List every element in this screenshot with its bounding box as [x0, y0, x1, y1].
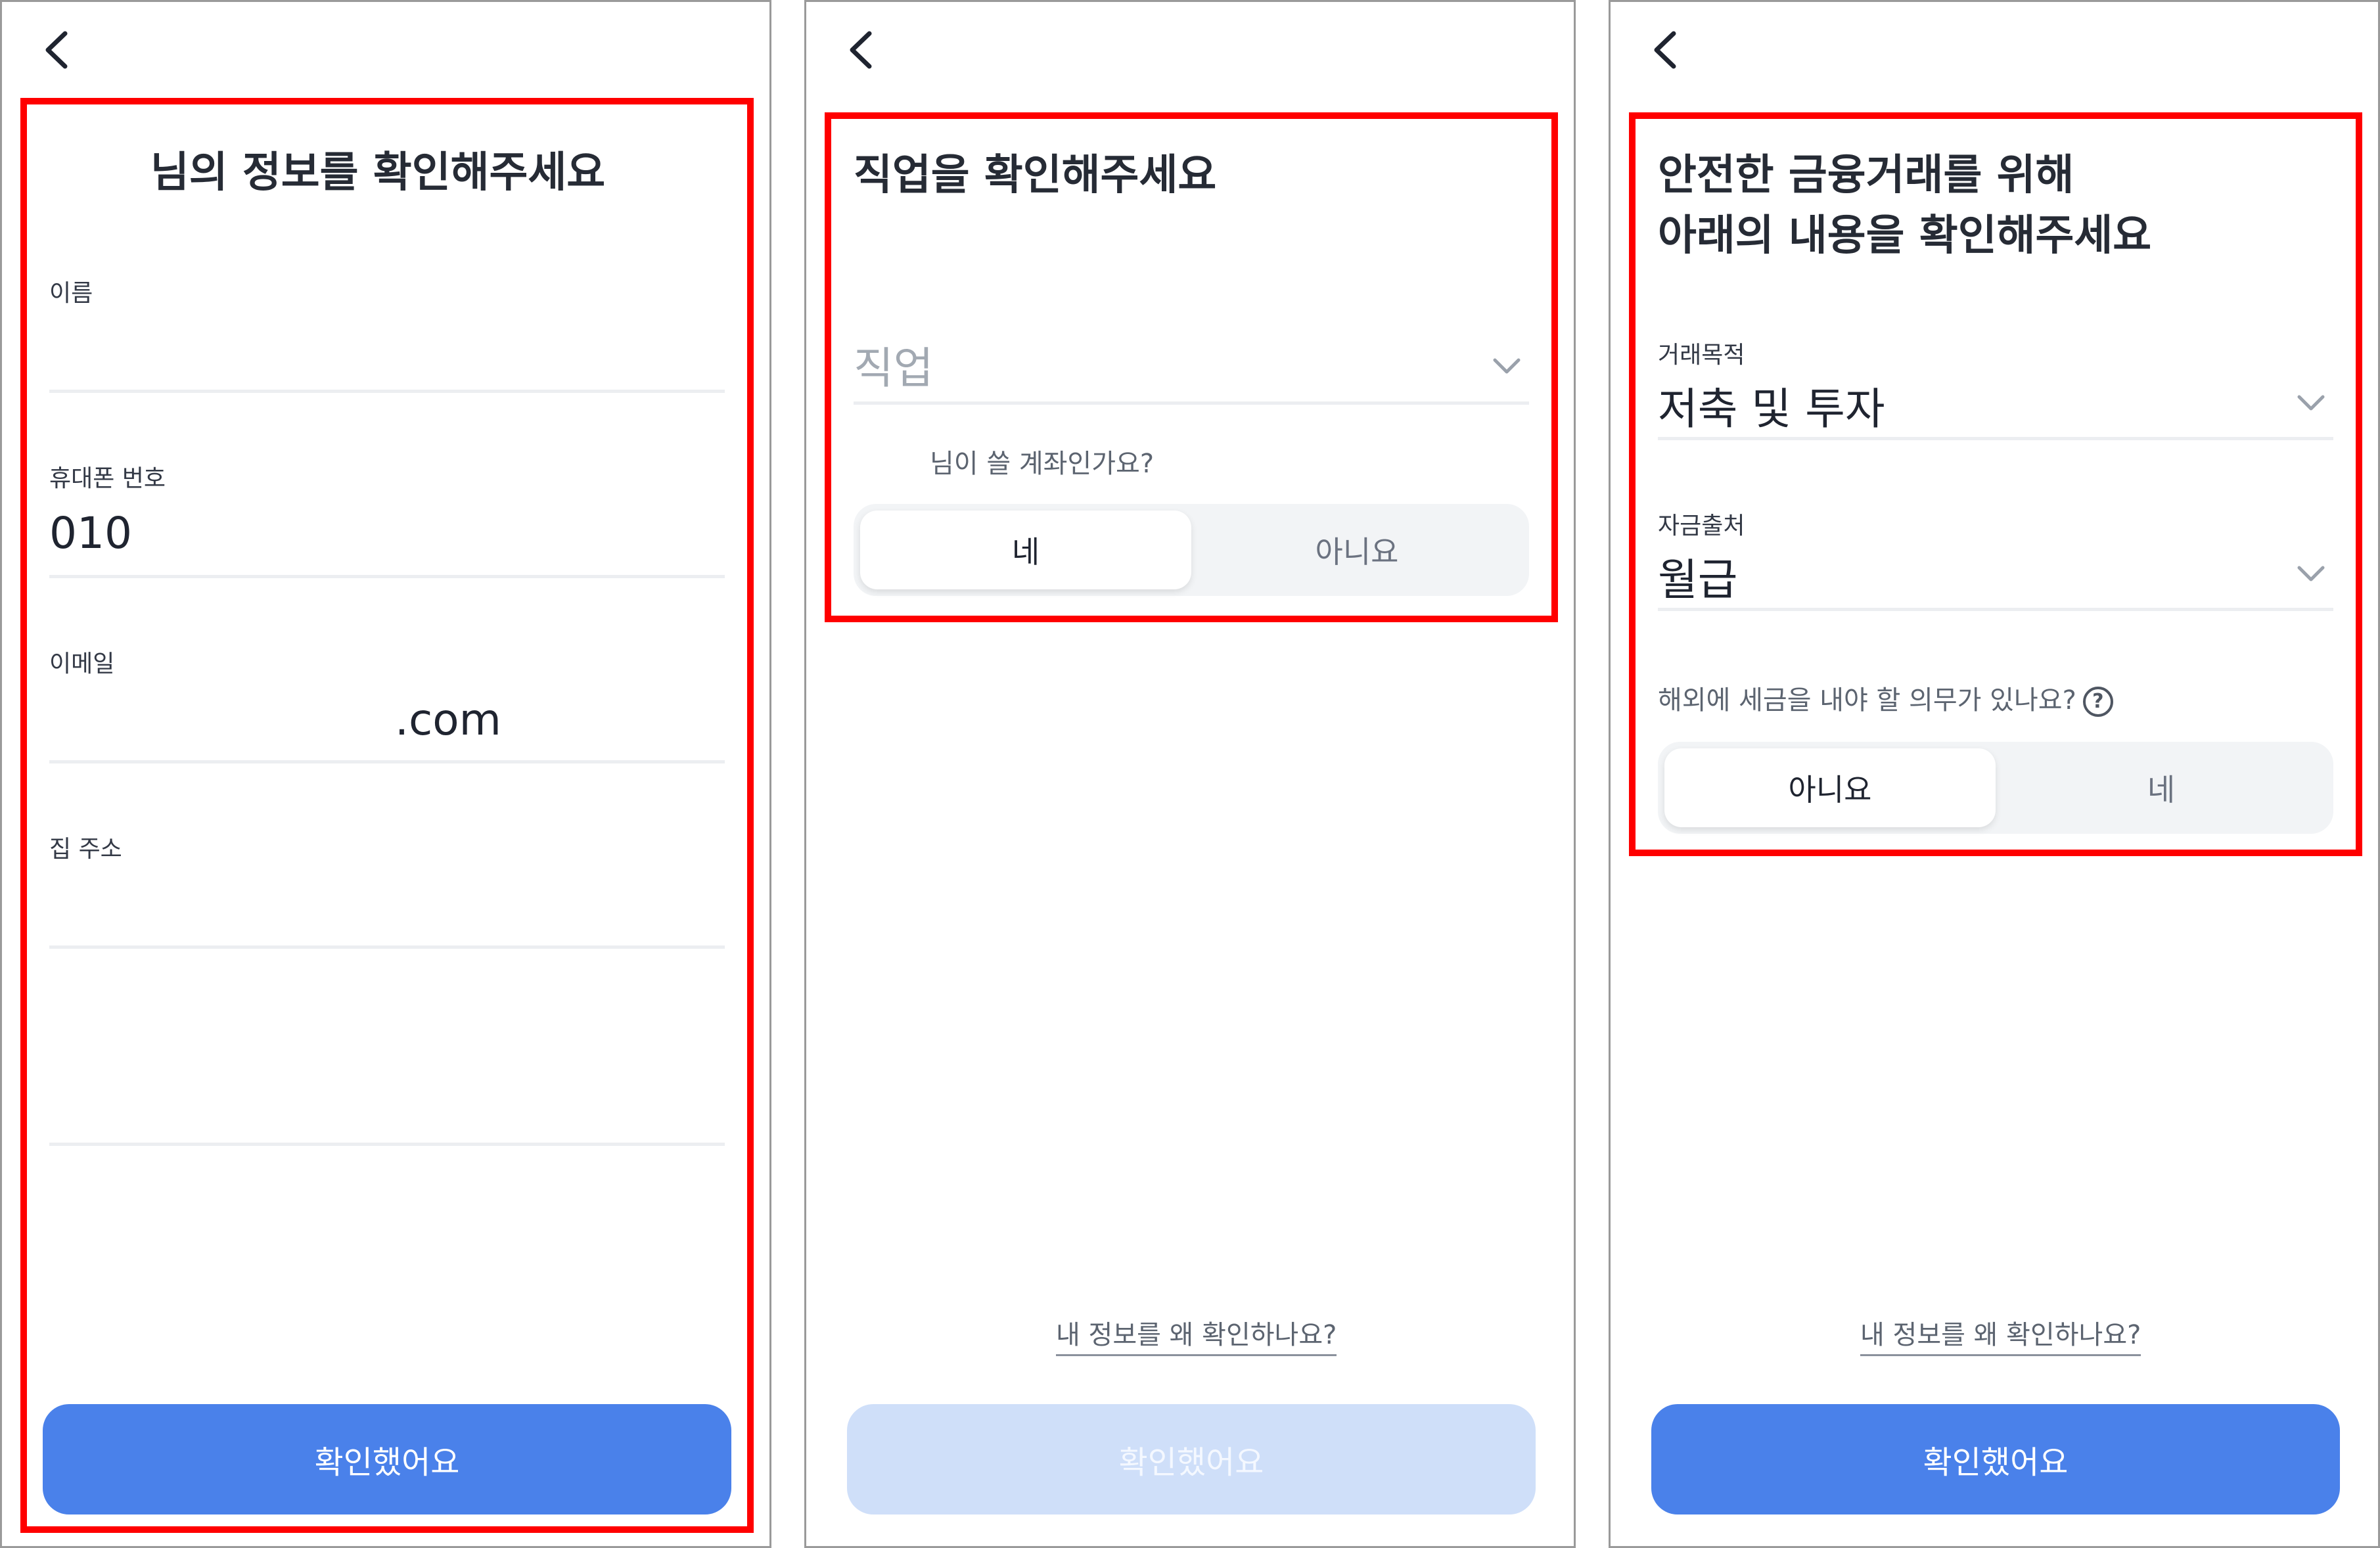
- back-arrow-icon[interactable]: [40, 28, 73, 72]
- tax-question-text: 해외에 세금을 내야 할 의무가 있나요?: [1658, 685, 2076, 716]
- option-no[interactable]: 아니요: [1664, 748, 1996, 827]
- chevron-down-icon[interactable]: [2297, 564, 2325, 583]
- chevron-down-icon[interactable]: [1492, 357, 1521, 375]
- option-yes[interactable]: 네: [860, 511, 1191, 589]
- source-label: 자금출처: [1658, 512, 1745, 539]
- phone-divider: [49, 575, 725, 578]
- source-divider: [1658, 608, 2333, 611]
- purpose-select[interactable]: 저축 및 투자: [1658, 374, 1885, 437]
- back-arrow-icon[interactable]: [1649, 28, 1682, 72]
- panel-job: 직업을 확인해주세요 직업 님이 쓸 계좌인가요? 네 아니요 내 정보를 왜 …: [804, 0, 1576, 1548]
- source-select[interactable]: 월급: [1658, 545, 1737, 608]
- email-input[interactable]: .com: [395, 694, 501, 745]
- highlight-box: [20, 98, 754, 1533]
- job-divider: [854, 401, 1529, 405]
- address-detail-divider: [49, 1143, 725, 1146]
- panel-personal-info: 님의 정보를 확인해주세요 이름 휴대폰 번호 010 이메일 .com 집 주…: [0, 0, 771, 1548]
- name-divider: [49, 390, 725, 393]
- purpose-divider: [1658, 437, 2333, 440]
- tax-question: 해외에 세금을 내야 할 의무가 있나요??: [1658, 679, 2113, 717]
- phone-label: 휴대폰 번호: [49, 465, 166, 492]
- phone-input[interactable]: 010: [49, 508, 132, 558]
- page-title-line2: 아래의 내용을 확인해주세요: [1658, 212, 2152, 260]
- confirm-button[interactable]: 확인했어요: [1651, 1404, 2340, 1514]
- tax-obligation-toggle: 아니요 네: [1658, 742, 2333, 834]
- address-label: 집 주소: [49, 836, 122, 863]
- name-label: 이름: [49, 280, 93, 307]
- email-divider: [49, 760, 725, 763]
- page-title-line1: 안전한 금융거래를 위해: [1658, 151, 2074, 200]
- name-input[interactable]: [49, 324, 725, 383]
- address-divider: [49, 945, 725, 949]
- confirm-button[interactable]: 확인했어요: [43, 1404, 731, 1514]
- page-title: 직업을 확인해주세요: [854, 151, 1217, 200]
- purpose-label: 거래목적: [1658, 342, 1745, 369]
- panel-transaction: 안전한 금융거래를 위해 아래의 내용을 확인해주세요 거래목적 저축 및 투자…: [1609, 0, 2380, 1548]
- page-title: 님의 정보를 확인해주세요: [150, 148, 606, 197]
- job-select[interactable]: 직업: [854, 333, 933, 396]
- account-question: 님이 쓸 계좌인가요?: [930, 449, 1155, 479]
- help-icon[interactable]: ?: [2082, 687, 2113, 717]
- address-input[interactable]: [49, 880, 725, 939]
- option-no[interactable]: 아니요: [1191, 511, 1522, 589]
- why-info-link[interactable]: 내 정보를 왜 확인하나요?: [1056, 1313, 1337, 1356]
- back-arrow-icon[interactable]: [844, 28, 877, 72]
- chevron-down-icon[interactable]: [2297, 394, 2325, 412]
- why-info-link[interactable]: 내 정보를 왜 확인하나요?: [1860, 1313, 2141, 1356]
- confirm-button[interactable]: 확인했어요: [847, 1404, 1536, 1514]
- account-owner-toggle: 네 아니요: [854, 504, 1529, 596]
- address-detail-input[interactable]: [49, 1080, 725, 1139]
- email-label: 이메일: [49, 650, 115, 677]
- option-yes[interactable]: 네: [1996, 748, 2327, 827]
